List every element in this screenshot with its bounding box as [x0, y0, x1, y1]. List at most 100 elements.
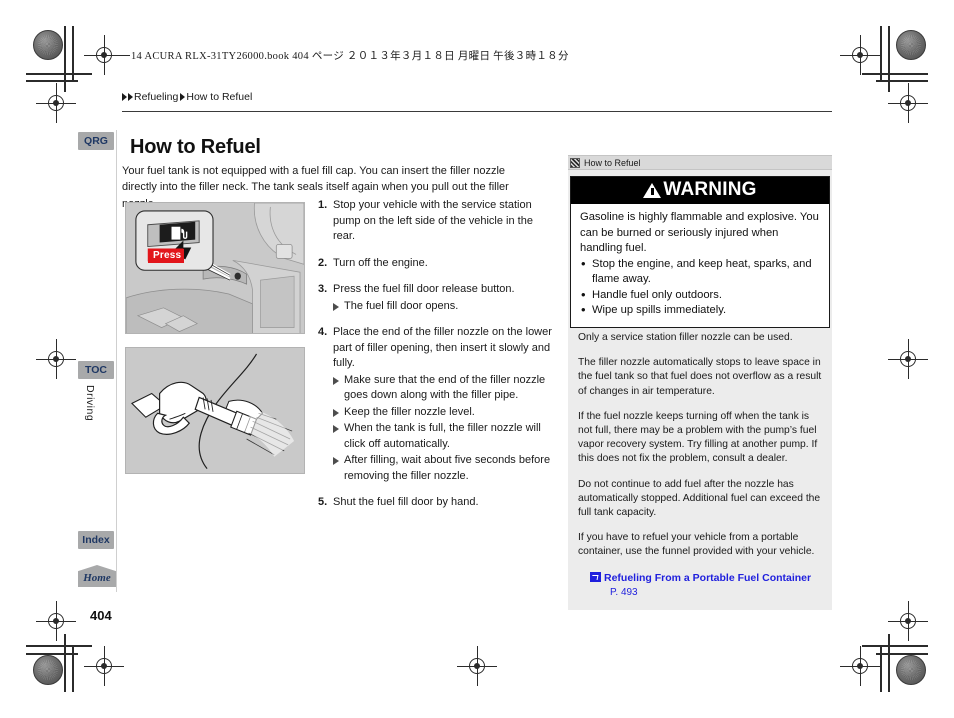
triangle-icon	[128, 93, 133, 101]
warning-bullet: Handle fuel only outdoors.	[580, 287, 820, 304]
cross-reference-label[interactable]: Refueling From a Portable Fuel Container	[604, 571, 811, 585]
side-note-paragraph: If you have to refuel your vehicle from …	[578, 532, 815, 558]
warning-bullet-list: Stop the engine, and keep heat, sparks, …	[580, 256, 820, 319]
crop-mark-line	[26, 73, 92, 75]
registration-target	[888, 83, 928, 123]
step-subitem: Keep the filler nozzle level.	[333, 405, 553, 421]
step-item: 5. Shut the fuel fill door by hand.	[318, 495, 553, 511]
side-panel-header: How to Refuel	[568, 156, 832, 170]
cross-reference-link[interactable]: Refueling From a Portable Fuel Container	[590, 571, 826, 585]
sidebar-item-home[interactable]: Home	[78, 565, 116, 587]
side-note-paragraph: If the fuel nozzle keeps turning off whe…	[578, 410, 818, 465]
print-header-text: 14 ACURA RLX-31TY26000.book 404 ページ ２０１３…	[131, 51, 569, 62]
registration-target-left-middle	[36, 339, 76, 379]
step-body: Press the fuel fill door release button.…	[333, 282, 553, 314]
color-registration-blob	[896, 30, 926, 60]
step-text: Press the fuel fill door release button.	[333, 283, 515, 295]
jump-link-icon	[590, 572, 601, 583]
triangle-bullet-icon	[333, 457, 344, 465]
step-subitem-text: Keep the filler nozzle level.	[344, 405, 475, 418]
crop-mark-line	[888, 26, 890, 92]
registration-target	[36, 601, 76, 641]
crop-mark-line	[862, 73, 928, 75]
breadcrumb-item-how-to-refuel[interactable]: How to Refuel	[186, 91, 252, 103]
crop-mark-line	[26, 653, 78, 655]
warning-lead-text: Gasoline is highly flammable and explosi…	[580, 211, 819, 254]
crop-mark-line	[876, 653, 928, 655]
warning-body: Gasoline is highly flammable and explosi…	[571, 204, 829, 327]
step-number: 4.	[318, 326, 328, 338]
crop-mark-line	[880, 26, 882, 80]
step-subitem-text: After filling, wait about five seconds b…	[344, 454, 551, 482]
warning-title: WARNING	[663, 179, 757, 200]
figure-fuel-door-release-button: Press	[125, 202, 305, 334]
crop-mark-line	[876, 80, 928, 82]
side-note-panel: How to Refuel WARNING Gasoline is highly…	[568, 155, 832, 610]
crop-mark-line	[26, 80, 78, 82]
warning-bullet: Wipe up spills immediately.	[580, 302, 820, 319]
sidebar-item-index[interactable]: Index	[78, 531, 114, 549]
registration-target-right-middle	[888, 339, 928, 379]
registration-target	[888, 601, 928, 641]
breadcrumb: Refueling How to Refuel	[122, 91, 254, 103]
triangle-icon	[122, 93, 127, 101]
step-body: Place the end of the filler nozzle on th…	[333, 325, 553, 484]
triangle-bullet-icon	[333, 408, 344, 417]
warning-bullet: Stop the engine, and keep heat, sparks, …	[580, 256, 820, 288]
step-item: 3. Press the fuel fill door release butt…	[318, 282, 553, 314]
step-subitem: When the tank is full, the filler nozzle…	[333, 421, 553, 452]
registration-target	[840, 646, 880, 686]
crop-mark-line	[880, 645, 882, 692]
print-header-info: 14 ACURA RLX-31TY26000.book 404 ページ ２０１３…	[120, 48, 569, 63]
chapter-label-driving: Driving	[84, 385, 96, 422]
page-number: 404	[90, 608, 112, 623]
side-panel-header-text: How to Refuel	[584, 158, 641, 168]
registration-target	[36, 83, 76, 123]
step-subitem: The fuel fill door opens.	[333, 299, 553, 315]
step-text: Stop your vehicle with the service stati…	[333, 199, 533, 242]
bookmark-icon	[570, 158, 580, 168]
header-tick-mark	[120, 55, 130, 56]
press-label: Press	[148, 249, 184, 263]
crop-mark-line	[72, 26, 74, 80]
step-subitem: After filling, wait about five seconds b…	[333, 453, 553, 484]
crop-mark-line	[64, 26, 66, 92]
cross-reference[interactable]: Refueling From a Portable Fuel Container…	[578, 571, 826, 600]
step-text: Place the end of the filler nozzle on th…	[333, 326, 552, 369]
side-note-paragraph: Only a service station filler nozzle can…	[578, 332, 793, 343]
registration-target-bottom-center	[457, 646, 497, 686]
step-number: 2.	[318, 256, 328, 269]
step-subitem-text: When the tank is full, the filler nozzle…	[344, 422, 541, 450]
cross-reference-page[interactable]: P. 493	[590, 586, 826, 600]
registration-target	[84, 646, 124, 686]
side-note-paragraph: Do not continue to add fuel after the no…	[578, 478, 821, 519]
sidebar-item-qrg[interactable]: QRG	[78, 132, 114, 150]
warning-triangle-icon	[643, 182, 662, 198]
step-item: 1. Stop your vehicle with the service st…	[318, 198, 553, 245]
step-text: Shut the fuel fill door by hand.	[333, 496, 479, 508]
breadcrumb-item-refueling[interactable]: Refueling	[134, 91, 178, 103]
step-number: 3.	[318, 283, 328, 295]
color-registration-blob	[33, 655, 63, 685]
steps-list: 1. Stop your vehicle with the service st…	[318, 198, 553, 522]
crop-mark-line	[888, 634, 890, 692]
step-number: 1.	[318, 199, 328, 211]
crop-mark-line	[64, 634, 66, 692]
crop-mark-line	[72, 645, 74, 692]
step-number: 5.	[318, 496, 328, 508]
color-registration-blob	[896, 655, 926, 685]
sidebar-item-toc[interactable]: TOC	[78, 361, 114, 379]
step-item: 4. Place the end of the filler nozzle on…	[318, 325, 553, 484]
crop-mark-line	[26, 645, 92, 647]
triangle-icon	[180, 93, 186, 101]
triangle-bullet-icon	[333, 302, 344, 311]
warning-title-bar: WARNING	[571, 177, 829, 204]
page-title: How to Refuel	[130, 136, 261, 159]
step-item: 2. Turn off the engine.	[318, 256, 553, 272]
side-notes: Only a service station filler nozzle can…	[578, 331, 826, 600]
registration-target	[84, 35, 124, 75]
sidebar-divider	[116, 130, 117, 592]
warning-box: WARNING Gasoline is highly flammable and…	[570, 176, 830, 328]
step-subitem-text: The fuel fill door opens.	[344, 299, 459, 312]
figure-filler-nozzle	[125, 347, 305, 474]
